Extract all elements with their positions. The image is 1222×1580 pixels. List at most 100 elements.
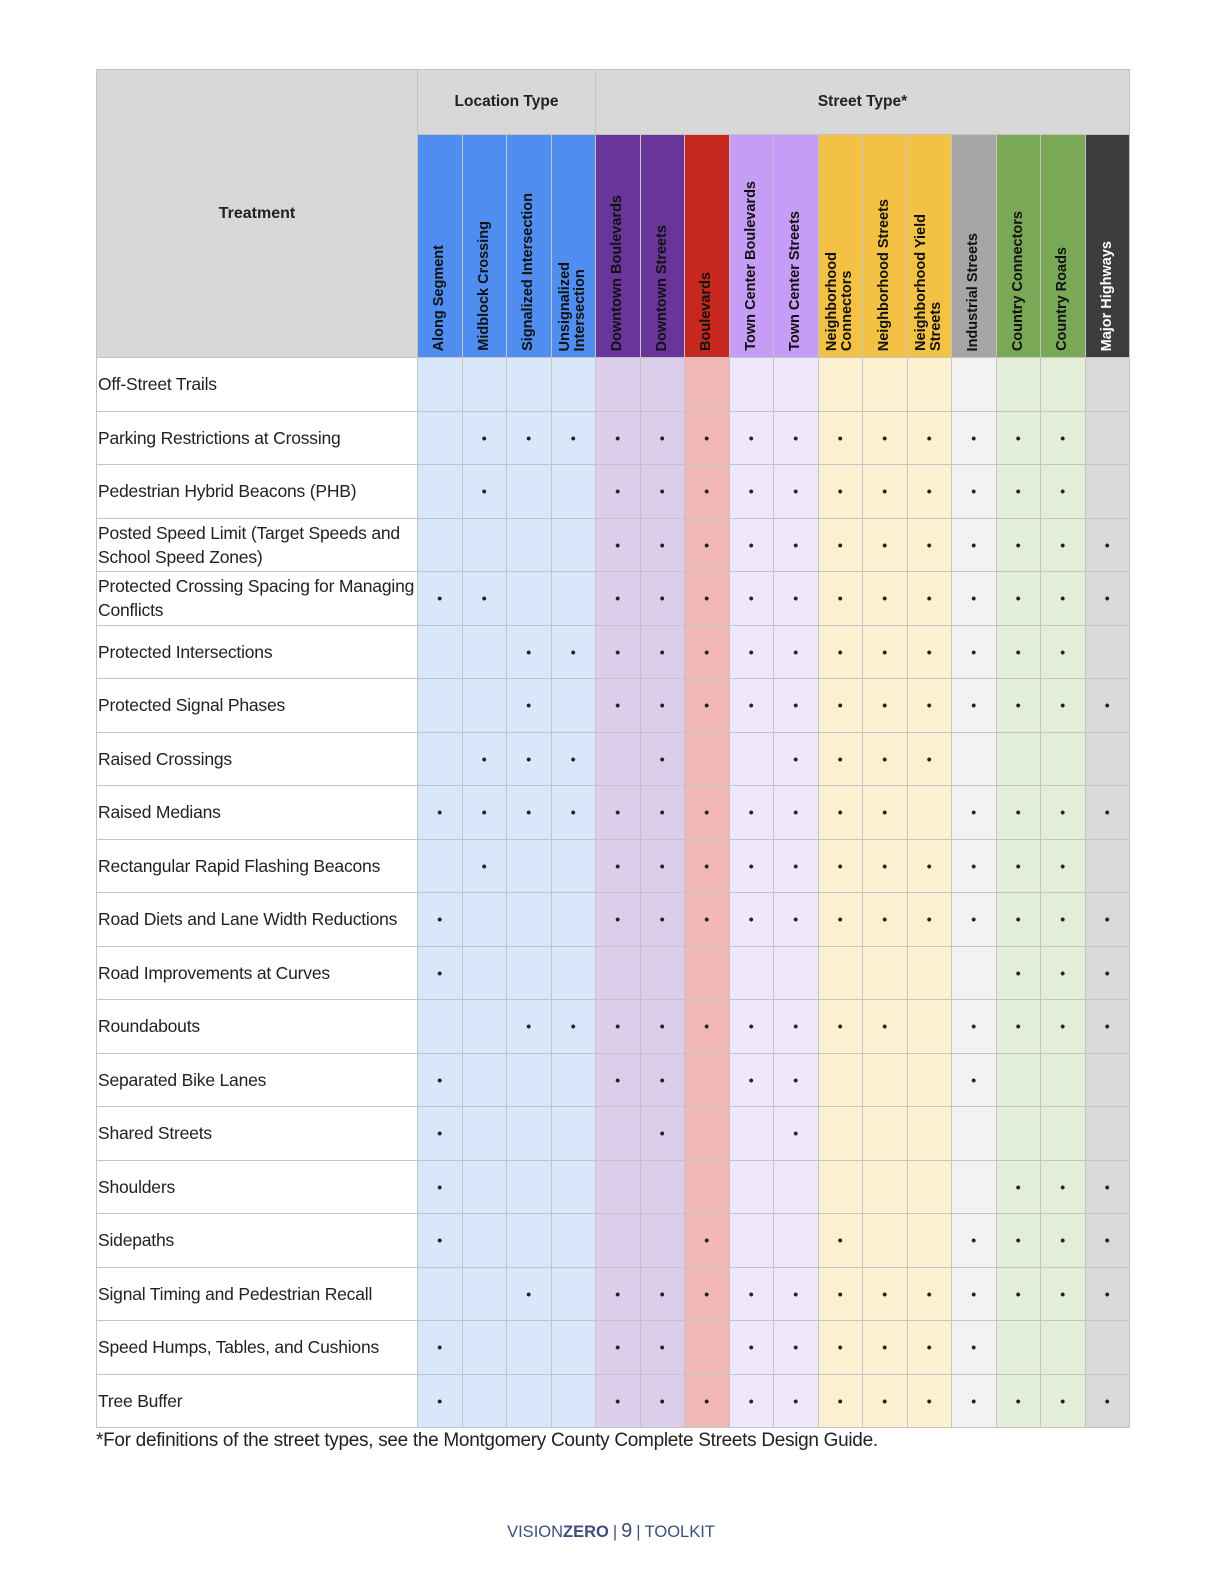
applicable-mark-cell: • xyxy=(906,731,952,786)
applicable-mark-cell: • xyxy=(951,517,997,572)
bullet-mark-icon: • xyxy=(526,429,532,446)
bullet-mark-icon: • xyxy=(837,483,843,500)
applicable-mark-cell: • xyxy=(1084,571,1130,626)
page-footer: VISIONZERO | 9 | TOOLKIT xyxy=(0,1520,1222,1543)
bullet-mark-icon: • xyxy=(971,1232,977,1249)
bullet-mark-icon: • xyxy=(882,483,888,500)
applicable-mark-cell: • xyxy=(951,892,997,947)
bullet-mark-icon: • xyxy=(1015,911,1021,928)
empty-cell xyxy=(550,1373,596,1428)
bullet-mark-icon: • xyxy=(748,483,754,500)
empty-cell xyxy=(461,1266,507,1321)
applicable-mark-cell: • xyxy=(639,1266,685,1321)
empty-cell xyxy=(461,1106,507,1161)
empty-cell xyxy=(1040,1106,1086,1161)
applicable-mark-cell: • xyxy=(817,464,863,519)
applicable-mark-cell: • xyxy=(595,464,641,519)
bullet-mark-icon: • xyxy=(793,483,799,500)
applicable-mark-cell: • xyxy=(773,410,819,465)
applicable-mark-cell: • xyxy=(817,517,863,572)
applicable-mark-cell: • xyxy=(684,999,730,1054)
empty-cell xyxy=(1084,357,1130,412)
bullet-mark-icon: • xyxy=(1015,804,1021,821)
applicable-mark-cell: • xyxy=(951,464,997,519)
treatment-label: Protected Intersections xyxy=(96,624,418,679)
applicable-mark-cell: • xyxy=(906,892,952,947)
empty-cell xyxy=(906,1159,952,1214)
applicable-mark-cell: • xyxy=(1084,785,1130,840)
empty-cell xyxy=(550,1106,596,1161)
applicable-mark-cell: • xyxy=(728,1320,774,1375)
bullet-mark-icon: • xyxy=(704,1232,710,1249)
applicable-mark-cell: • xyxy=(951,1320,997,1375)
empty-cell xyxy=(773,357,819,412)
applicable-mark-cell: • xyxy=(461,838,507,893)
bullet-mark-icon: • xyxy=(882,911,888,928)
empty-cell xyxy=(906,999,952,1054)
column-header-label: Major Highways xyxy=(1098,240,1115,351)
applicable-mark-cell: • xyxy=(728,571,774,626)
bullet-mark-icon: • xyxy=(1104,697,1110,714)
bullet-mark-icon: • xyxy=(570,1018,576,1035)
applicable-mark-cell: • xyxy=(862,999,908,1054)
empty-cell xyxy=(1084,1052,1130,1107)
bullet-mark-icon: • xyxy=(1060,536,1066,553)
bullet-mark-icon: • xyxy=(659,483,665,500)
treatment-label: Road Improvements at Curves xyxy=(96,945,418,1000)
bullet-mark-icon: • xyxy=(437,964,443,981)
applicable-mark-cell: • xyxy=(684,838,730,893)
applicable-mark-cell: • xyxy=(684,678,730,733)
empty-cell xyxy=(461,1052,507,1107)
applicable-mark-cell: • xyxy=(1084,517,1130,572)
bullet-mark-icon: • xyxy=(615,1339,621,1356)
empty-cell xyxy=(550,464,596,519)
applicable-mark-cell: • xyxy=(817,1266,863,1321)
applicable-mark-cell: • xyxy=(684,624,730,679)
applicable-mark-cell: • xyxy=(417,945,463,1000)
applicable-mark-cell: • xyxy=(639,999,685,1054)
bullet-mark-icon: • xyxy=(793,1339,799,1356)
empty-cell xyxy=(817,1052,863,1107)
bullet-mark-icon: • xyxy=(926,429,932,446)
empty-cell xyxy=(773,945,819,1000)
bullet-mark-icon: • xyxy=(526,1285,532,1302)
applicable-mark-cell: • xyxy=(506,785,552,840)
applicable-mark-cell: • xyxy=(862,571,908,626)
applicable-mark-cell: • xyxy=(995,464,1041,519)
column-header: Neighborhood Streets xyxy=(862,134,908,358)
empty-cell xyxy=(862,1052,908,1107)
bullet-mark-icon: • xyxy=(437,1232,443,1249)
applicable-mark-cell: • xyxy=(639,731,685,786)
empty-cell xyxy=(595,731,641,786)
bullet-mark-icon: • xyxy=(570,429,576,446)
bullet-mark-icon: • xyxy=(615,429,621,446)
applicable-mark-cell: • xyxy=(728,1266,774,1321)
bullet-mark-icon: • xyxy=(1060,643,1066,660)
empty-cell xyxy=(595,1213,641,1268)
bullet-mark-icon: • xyxy=(793,1018,799,1035)
bullet-mark-icon: • xyxy=(837,536,843,553)
applicable-mark-cell: • xyxy=(995,1266,1041,1321)
empty-cell xyxy=(506,892,552,947)
bullet-mark-icon: • xyxy=(615,643,621,660)
applicable-mark-cell: • xyxy=(862,838,908,893)
applicable-mark-cell: • xyxy=(862,678,908,733)
applicable-mark-cell: • xyxy=(995,1159,1041,1214)
empty-cell xyxy=(684,1159,730,1214)
bullet-mark-icon: • xyxy=(437,1125,443,1142)
bullet-mark-icon: • xyxy=(971,857,977,874)
applicable-mark-cell: • xyxy=(1040,410,1086,465)
bullet-mark-icon: • xyxy=(437,590,443,607)
applicable-mark-cell: • xyxy=(951,999,997,1054)
bullet-mark-icon: • xyxy=(1060,1018,1066,1035)
empty-cell xyxy=(595,945,641,1000)
treatment-label: Shared Streets xyxy=(96,1106,418,1161)
table-row: Shoulders • • • • xyxy=(96,1159,1130,1214)
table-row: Protected Crossing Spacing for Managing … xyxy=(96,571,1130,626)
bullet-mark-icon: • xyxy=(481,429,487,446)
empty-cell xyxy=(506,1213,552,1268)
applicable-mark-cell: • xyxy=(639,1373,685,1428)
bullet-mark-icon: • xyxy=(1104,1018,1110,1035)
empty-cell xyxy=(995,731,1041,786)
bullet-mark-icon: • xyxy=(793,1392,799,1409)
